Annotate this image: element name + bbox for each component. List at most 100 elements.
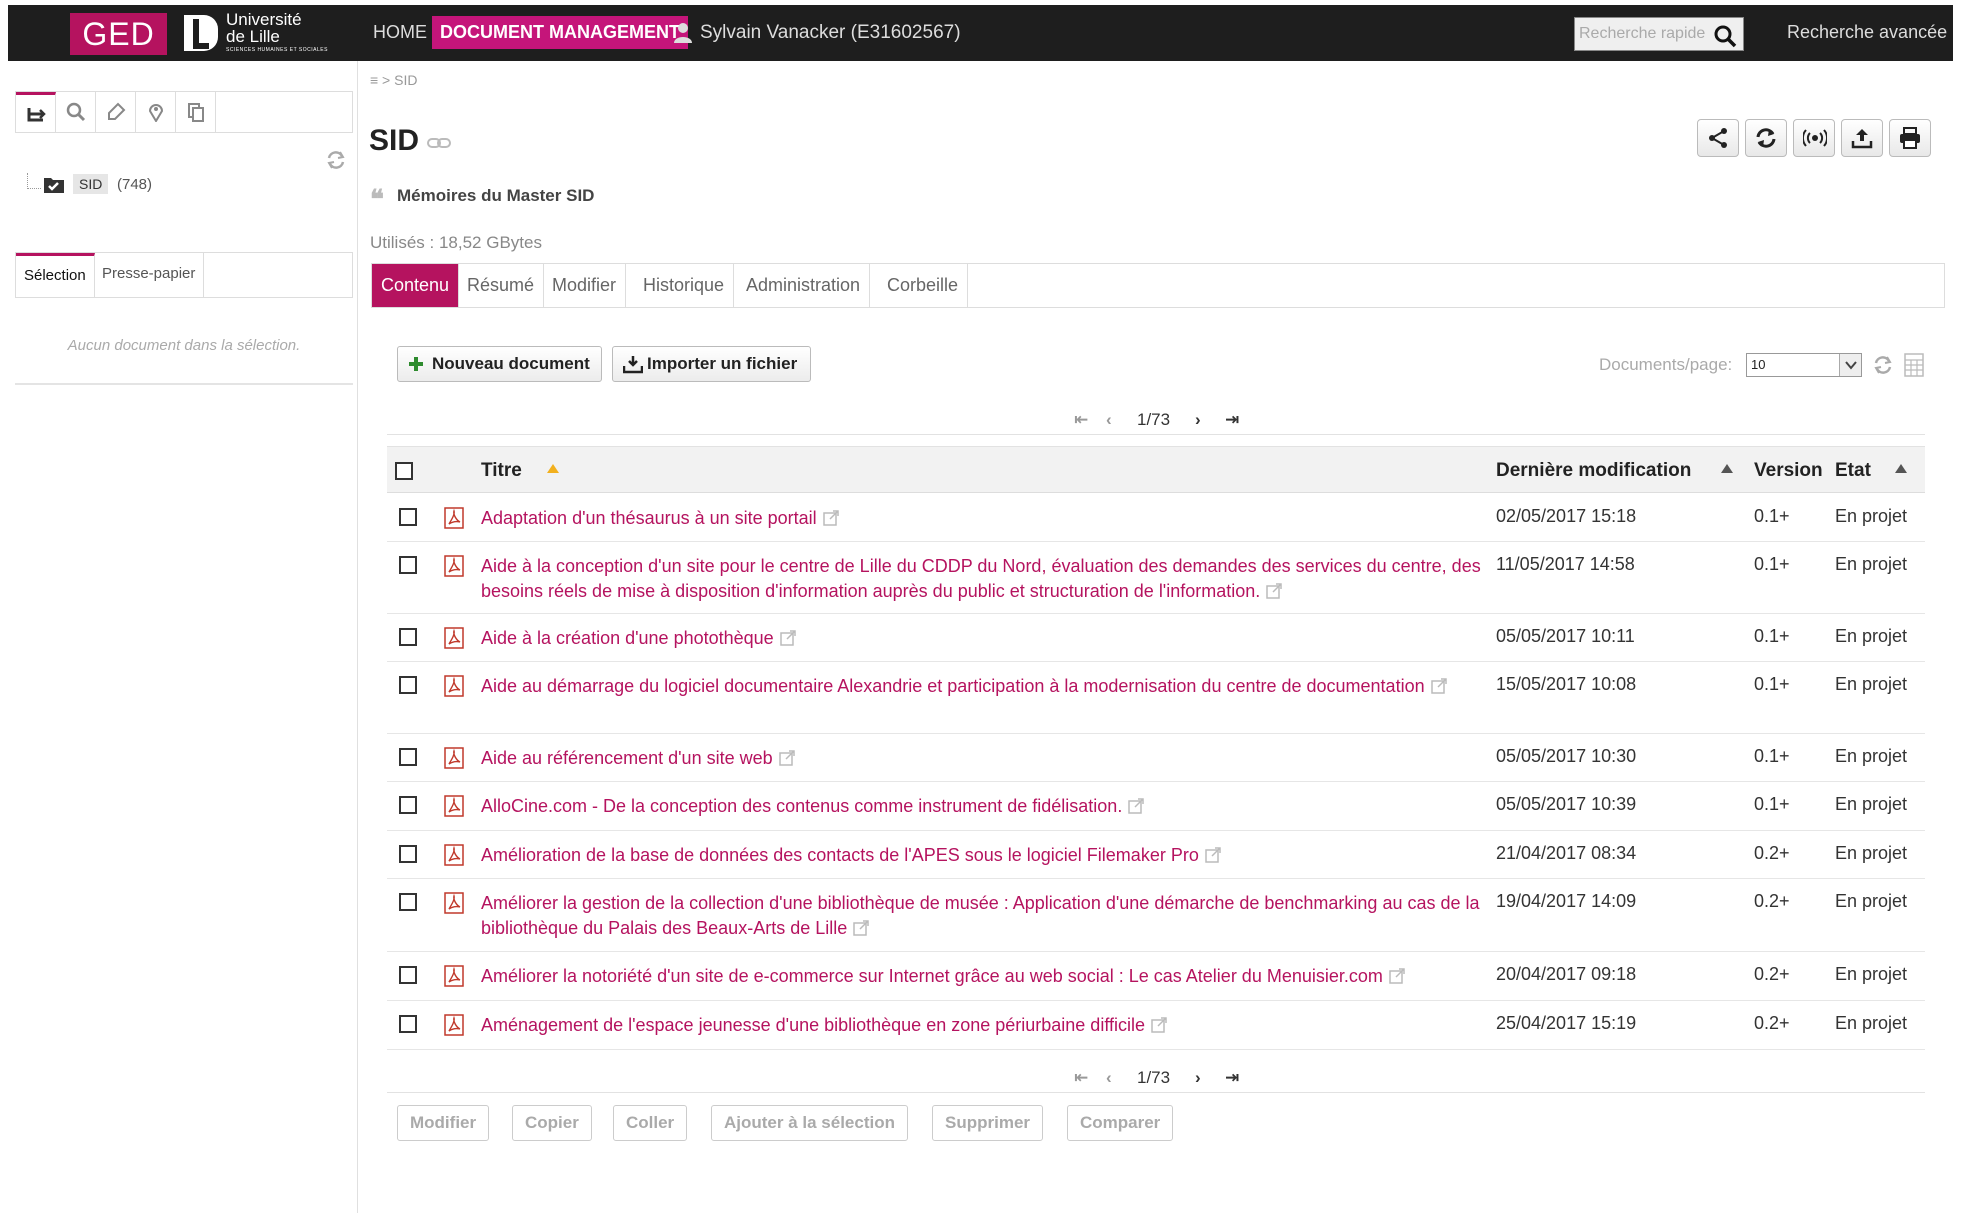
last-page-icon[interactable]: ⇥ bbox=[1225, 410, 1239, 430]
row-checkbox[interactable] bbox=[399, 748, 417, 766]
document-link[interactable]: Aide au référencement d'un site web bbox=[481, 746, 1491, 771]
external-link-icon[interactable] bbox=[1266, 583, 1283, 599]
column-title[interactable]: Titre bbox=[481, 460, 522, 482]
table-row[interactable]: AlloCine.com - De la conception des cont… bbox=[387, 782, 1925, 831]
tab-contenu[interactable]: Contenu bbox=[372, 264, 460, 307]
select-all-checkbox[interactable] bbox=[395, 462, 413, 480]
nav-home[interactable]: HOME bbox=[373, 22, 427, 43]
row-checkbox[interactable] bbox=[399, 508, 417, 526]
row-checkbox[interactable] bbox=[399, 893, 417, 911]
row-checkbox[interactable] bbox=[399, 676, 417, 694]
navigation-tool-button[interactable] bbox=[16, 92, 56, 133]
refresh-tree-icon[interactable] bbox=[325, 149, 347, 171]
first-page-icon[interactable]: ⇤ bbox=[1074, 1068, 1088, 1088]
sort-icon[interactable] bbox=[1895, 464, 1907, 473]
row-checkbox[interactable] bbox=[399, 796, 417, 814]
nav-document-management[interactable]: DOCUMENT MANAGEMENT bbox=[432, 16, 688, 49]
external-link-icon[interactable] bbox=[853, 920, 869, 936]
external-link-icon[interactable] bbox=[1205, 847, 1221, 863]
copy-button[interactable]: Copier bbox=[512, 1105, 592, 1141]
document-link[interactable]: Aménagement de l'espace jeunesse d'une b… bbox=[481, 1013, 1491, 1038]
sort-icon[interactable] bbox=[1721, 464, 1733, 473]
tab-resume[interactable]: Résumé bbox=[458, 264, 545, 307]
next-page-icon[interactable]: › bbox=[1195, 410, 1201, 430]
document-link[interactable]: Améliorer la notoriété d'un site de e-co… bbox=[481, 964, 1491, 989]
column-version[interactable]: Version bbox=[1754, 460, 1823, 482]
document-link[interactable]: Adaptation d'un thésaurus à un site port… bbox=[481, 506, 1491, 531]
external-link-icon[interactable] bbox=[1128, 798, 1145, 814]
modify-button[interactable]: Modifier bbox=[397, 1105, 490, 1141]
tab-corbeille[interactable]: Corbeille bbox=[878, 264, 969, 307]
row-checkbox[interactable] bbox=[399, 966, 417, 984]
table-row[interactable]: Aide à la conception d'un site pour le c… bbox=[387, 542, 1925, 614]
user-name[interactable]: Sylvain Vanacker (E31602567) bbox=[700, 22, 961, 44]
row-checkbox[interactable] bbox=[399, 628, 417, 646]
first-page-icon[interactable]: ⇤ bbox=[1074, 410, 1088, 430]
document-link[interactable]: AlloCine.com - De la conception des cont… bbox=[481, 794, 1491, 819]
column-state[interactable]: Etat bbox=[1835, 460, 1871, 482]
document-link[interactable]: Amélioration de la base de données des c… bbox=[481, 843, 1491, 868]
document-link[interactable]: Aide à la conception d'un site pour le c… bbox=[481, 554, 1491, 604]
prev-page-icon[interactable]: ‹ bbox=[1106, 1068, 1112, 1088]
external-link-icon[interactable] bbox=[778, 750, 795, 766]
permalink-icon[interactable] bbox=[427, 137, 451, 149]
table-row[interactable]: Aide au référencement d'un site web 05/0… bbox=[387, 734, 1925, 782]
new-document-button[interactable]: Nouveau document bbox=[397, 346, 602, 382]
last-page-icon[interactable]: ⇥ bbox=[1225, 1068, 1239, 1088]
tab-clipboard[interactable]: Presse-papier bbox=[94, 253, 205, 298]
share-button[interactable] bbox=[1697, 119, 1739, 157]
import-file-button[interactable]: Importer un fichier bbox=[612, 346, 811, 382]
tag-tool-button[interactable] bbox=[96, 92, 136, 133]
chevron-down-icon[interactable] bbox=[1839, 354, 1861, 376]
advanced-search-link[interactable]: Recherche avancée bbox=[1787, 22, 1947, 43]
print-button[interactable] bbox=[1889, 119, 1931, 157]
document-link[interactable]: Aide au démarrage du logiciel documentai… bbox=[481, 674, 1491, 699]
table-row[interactable]: Améliorer la notoriété d'un site de e-co… bbox=[387, 952, 1925, 1001]
refresh-list-icon[interactable] bbox=[1872, 354, 1894, 376]
table-row[interactable]: Aménagement de l'espace jeunesse d'une b… bbox=[387, 1001, 1925, 1050]
university-logo[interactable]: Université de Lille SCIENCES HUMAINES ET… bbox=[176, 8, 327, 58]
quick-search-input[interactable] bbox=[1579, 21, 1709, 47]
row-checkbox[interactable] bbox=[399, 845, 417, 863]
table-row[interactable]: Amélioration de la base de données des c… bbox=[387, 831, 1925, 879]
tab-modifier[interactable]: Modifier bbox=[543, 264, 627, 307]
table-row[interactable]: Aide au démarrage du logiciel documentai… bbox=[387, 662, 1925, 734]
column-modified[interactable]: Dernière modification bbox=[1496, 460, 1691, 482]
prev-page-icon[interactable]: ‹ bbox=[1106, 410, 1112, 430]
tab-selection[interactable]: Sélection bbox=[16, 253, 95, 298]
external-link-icon[interactable] bbox=[1151, 1017, 1167, 1033]
search-tool-button[interactable] bbox=[56, 92, 96, 133]
columns-config-icon[interactable] bbox=[1904, 353, 1924, 377]
add-to-selection-button[interactable]: Ajouter à la sélection bbox=[711, 1105, 908, 1141]
tree-node-count: (748) bbox=[117, 176, 153, 193]
upload-button[interactable] bbox=[1841, 119, 1883, 157]
docs-per-page-select[interactable]: 10 bbox=[1746, 353, 1862, 377]
document-link[interactable]: Améliorer la gestion de la collection d'… bbox=[481, 891, 1491, 941]
sort-asc-icon[interactable] bbox=[547, 464, 559, 473]
external-link-icon[interactable] bbox=[1430, 678, 1447, 694]
external-link-icon[interactable] bbox=[1389, 968, 1405, 984]
table-row[interactable]: Adaptation d'un thésaurus à un site port… bbox=[387, 494, 1925, 542]
ged-logo[interactable]: GED bbox=[70, 13, 167, 55]
row-checkbox[interactable] bbox=[399, 556, 417, 574]
external-link-icon[interactable] bbox=[779, 630, 796, 646]
tree-node-sid[interactable]: SID bbox=[73, 174, 109, 194]
table-row[interactable]: Aide à la création d'une photothèque 05/… bbox=[387, 614, 1925, 662]
document-link[interactable]: Aide à la création d'une photothèque bbox=[481, 626, 1491, 651]
folder-icon[interactable] bbox=[43, 176, 65, 194]
delete-button[interactable]: Supprimer bbox=[932, 1105, 1044, 1141]
paste-button[interactable]: Coller bbox=[613, 1105, 688, 1141]
clipboard-tool-button[interactable] bbox=[176, 92, 216, 133]
tab-administration[interactable]: Administration bbox=[737, 264, 871, 307]
row-checkbox[interactable] bbox=[399, 1015, 417, 1033]
table-row[interactable]: Améliorer la gestion de la collection d'… bbox=[387, 879, 1925, 952]
refresh-button[interactable] bbox=[1745, 119, 1787, 157]
tab-historique[interactable]: Historique bbox=[634, 264, 735, 307]
location-tool-button[interactable] bbox=[136, 92, 176, 133]
next-page-icon[interactable]: › bbox=[1195, 1068, 1201, 1088]
compare-button[interactable]: Comparer bbox=[1067, 1105, 1174, 1141]
breadcrumb[interactable]: ≡ > SID bbox=[370, 72, 417, 88]
search-icon[interactable] bbox=[1713, 24, 1737, 48]
external-link-icon[interactable] bbox=[822, 510, 839, 526]
subscribe-button[interactable] bbox=[1793, 119, 1835, 157]
